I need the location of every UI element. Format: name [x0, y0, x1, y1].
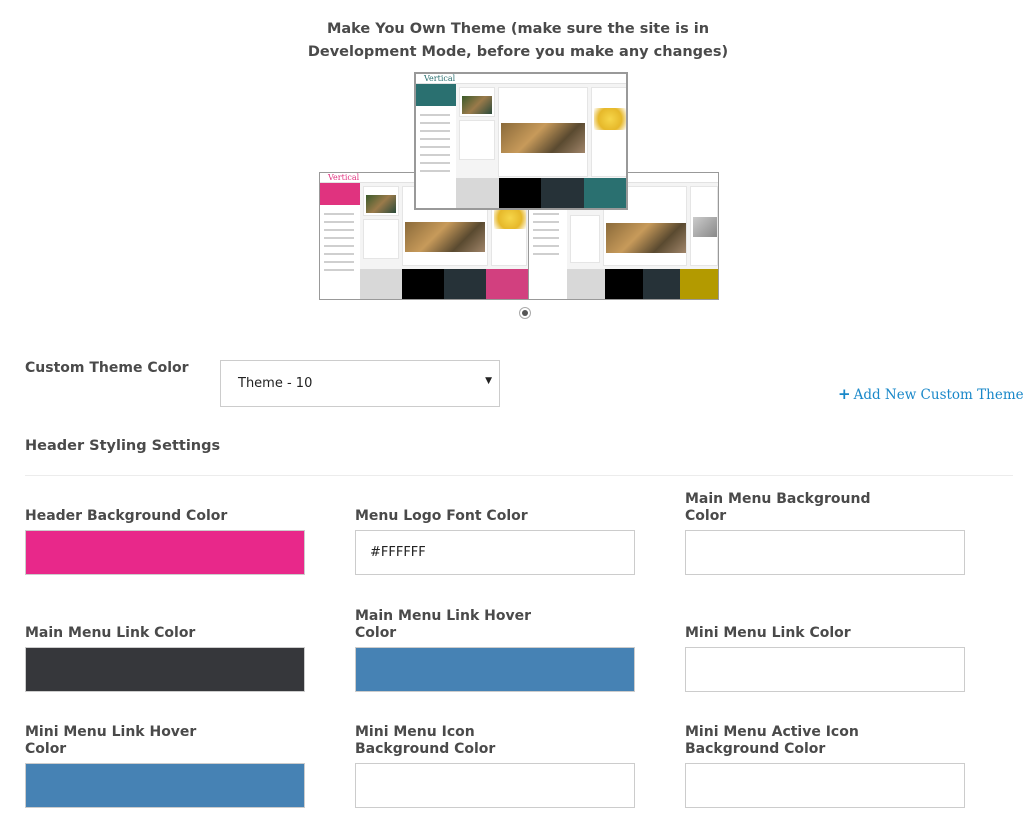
swatch	[444, 269, 486, 299]
preview-sidebar-header	[416, 84, 456, 106]
swatch	[541, 178, 584, 208]
menu-logo-font-color-input[interactable]: #FFFFFF	[355, 530, 635, 575]
section-divider	[25, 475, 1013, 476]
swatch	[583, 178, 626, 208]
preview-logo: Vertical	[424, 74, 456, 83]
mini-menu-icon-background-color-input[interactable]	[355, 763, 635, 808]
mini-menu-link-hover-color-input[interactable]	[25, 763, 305, 808]
mini-menu-link-color-label: Mini Menu Link Color	[685, 625, 851, 641]
section-title: Header Styling Settings	[25, 438, 221, 454]
swatch	[402, 269, 444, 299]
preview-sidebar-header	[320, 183, 360, 205]
main-menu-background-color-input[interactable]	[685, 530, 965, 575]
swatch	[456, 178, 499, 208]
carousel-indicator[interactable]	[519, 307, 531, 319]
preview-swatches-pink	[360, 269, 528, 299]
main-menu-link-color-label: Main Menu Link Color	[25, 625, 196, 641]
mini-menu-active-icon-background-color-label: Mini Menu Active Icon Background Color	[685, 724, 859, 757]
mini-menu-active-icon-background-color-input[interactable]	[685, 763, 965, 808]
page-title-line-1: Make You Own Theme (make sure the site i…	[326, 21, 710, 37]
swatch	[604, 269, 643, 299]
preview-swatches-teal	[456, 178, 626, 208]
custom-theme-select[interactable]: Theme - 10 ▼	[220, 360, 500, 407]
add-new-custom-theme-label: Add New Custom Theme	[853, 387, 1024, 403]
mini-menu-link-hover-color-label: Mini Menu Link Hover Color	[25, 724, 197, 757]
swatch	[360, 269, 402, 299]
swatch	[567, 269, 605, 299]
main-menu-link-hover-color-input[interactable]	[355, 647, 635, 692]
preview-swatches-gold	[567, 269, 718, 299]
menu-logo-font-color-label: Menu Logo Font Color	[355, 508, 528, 524]
swatch	[486, 269, 528, 299]
preview-logo: Vertical	[328, 173, 360, 182]
theme-preview-carousel: Vertical Vertical	[319, 72, 719, 300]
page-title: Make You Own Theme (make sure the site i…	[0, 18, 1036, 64]
plus-icon: +	[838, 385, 851, 403]
dropdown-arrow-icon: ▼	[485, 376, 492, 386]
header-background-color-label: Header Background Color	[25, 508, 228, 524]
main-menu-link-color-input[interactable]	[25, 647, 305, 692]
swatch	[680, 269, 718, 299]
page-title-line-2: Development Mode, before you make any ch…	[307, 44, 729, 60]
theme-preview-teal: Vertical	[414, 72, 628, 210]
swatch	[498, 178, 541, 208]
mini-menu-link-color-input[interactable]	[685, 647, 965, 692]
custom-theme-selected: Theme - 10	[238, 376, 313, 391]
custom-theme-color-label: Custom Theme Color	[25, 360, 189, 376]
mini-menu-icon-background-color-label: Mini Menu Icon Background Color	[355, 724, 496, 757]
header-background-color-input[interactable]	[25, 530, 305, 575]
swatch	[642, 269, 681, 299]
main-menu-link-hover-color-label: Main Menu Link Hover Color	[355, 608, 531, 641]
main-menu-background-color-label: Main Menu Background Color	[685, 491, 871, 524]
add-new-custom-theme-link[interactable]: + Add New Custom Theme	[838, 385, 1024, 403]
